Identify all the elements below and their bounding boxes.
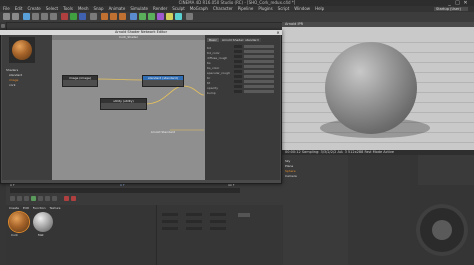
property-row[interactable]: Kt (207, 80, 277, 85)
property-row[interactable]: specular_rough (207, 70, 277, 75)
node-image[interactable]: image (image) (62, 75, 98, 87)
property-row[interactable]: Kr (207, 75, 277, 80)
property-row[interactable]: Ks_color (207, 65, 277, 70)
property-row[interactable]: diffuse_rough (207, 55, 277, 60)
node-standard[interactable]: standard (standard) (142, 75, 184, 87)
tab-arnold-shader[interactable]: Arnold Shader: standard (220, 38, 261, 42)
node-utility[interactable]: utility (utility) (100, 98, 147, 110)
tab-basic[interactable]: Basic (207, 38, 219, 42)
property-row[interactable]: Ks (207, 60, 277, 65)
node-canvas-status: Arnold Standard (150, 130, 175, 134)
property-row[interactable]: Kd (207, 45, 277, 50)
property-row[interactable]: Kd_color (207, 50, 277, 55)
property-row[interactable]: bump (207, 90, 277, 95)
property-row[interactable]: opacity (207, 85, 277, 90)
